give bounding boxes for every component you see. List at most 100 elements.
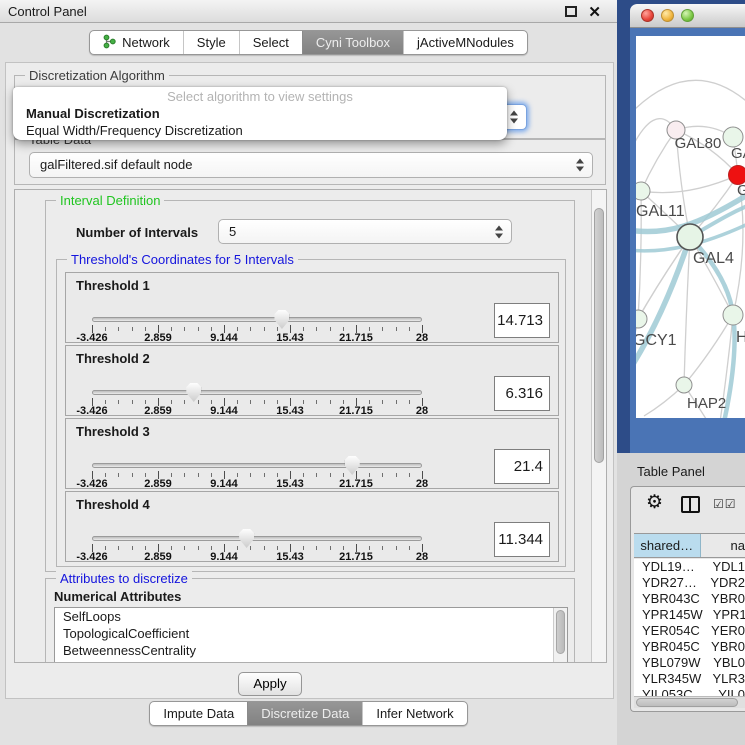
numerical-attributes-list[interactable]: SelfLoopsTopologicalCoefficientBetweenne… — [54, 607, 568, 663]
table-row[interactable]: YBR043CYBR0 — [634, 591, 745, 607]
network-node-hap2[interactable] — [676, 377, 692, 393]
checkboxes-icon[interactable]: ☑☑ — [713, 497, 737, 511]
table-row[interactable]: YPR145WYPR1 — [634, 607, 745, 623]
threshold-value-field[interactable]: 11.344 — [494, 522, 550, 557]
tab-select-label: Select — [253, 35, 289, 50]
dropdown-option-equal-width-frequency[interactable]: Equal Width/Frequency Discretization — [13, 122, 507, 139]
tab-jactivemnodules-label: jActiveMNodules — [417, 35, 514, 50]
bottom-tabs: Impute Data Discretize Data Infer Networ… — [149, 701, 467, 726]
network-edge[interactable] — [641, 175, 738, 193]
cell-shared-name: YDL19… — [634, 559, 702, 575]
group-title: Interval Definition — [56, 193, 164, 208]
threshold-value-field[interactable]: 21.4 — [494, 449, 550, 484]
column-header-name[interactable]: na — [701, 534, 745, 557]
numerical-attributes-label: Numerical Attributes — [54, 589, 181, 604]
network-view-window[interactable]: GAL80GAGGAL11GAL4GCY1HHAP2 — [630, 4, 745, 453]
attributes-list-scrollbar[interactable] — [553, 608, 567, 663]
tab-discretize-data-label: Discretize Data — [261, 706, 349, 721]
cell-shared-name: YBR045C — [634, 639, 701, 655]
network-edge[interactable] — [684, 315, 733, 385]
table-row[interactable]: YBR045CYBR0 — [634, 639, 745, 655]
table-row[interactable]: YDL19…YDL1 — [634, 559, 745, 575]
interval-definition-group: Interval Definition Number of Intervals … — [45, 200, 575, 572]
zoom-traffic-light-icon[interactable] — [681, 9, 694, 22]
slider-track[interactable] — [92, 536, 422, 541]
network-icon — [103, 34, 116, 52]
attributes-items: SelfLoopsTopologicalCoefficientBetweenne… — [55, 608, 567, 659]
table-horizontal-scrollbar[interactable] — [634, 696, 745, 708]
tab-network[interactable]: Network — [90, 31, 183, 54]
tab-impute-data[interactable]: Impute Data — [150, 702, 247, 725]
slider-tick-labels: -3.4262.8599.14415.4321.71528 — [92, 478, 422, 490]
cell-shared-name: YPR145W — [634, 607, 703, 623]
network-view-frame: GAL80GAGGAL11GAL4GCY1HHAP2 — [630, 28, 745, 453]
network-node-ga[interactable] — [723, 127, 743, 147]
scrollbar-thumb[interactable] — [594, 208, 604, 463]
network-node-label: G — [737, 182, 745, 199]
threshold-panel: Threshold 4 -3.4262.8599.14415.4321.71528… — [65, 491, 559, 562]
dropdown-option-manual-discretization[interactable]: Manual Discretization — [13, 105, 507, 122]
combobox-arrows-icon — [575, 159, 584, 172]
screen: Control Panel ✕ Network — [0, 0, 745, 745]
table-row[interactable]: YER054CYER0 — [634, 623, 745, 639]
slider-track[interactable] — [92, 390, 422, 395]
attribute-list-item[interactable]: TopologicalCoefficient — [55, 625, 567, 642]
slider-tick-labels: -3.4262.8599.14415.4321.71528 — [92, 551, 422, 563]
network-node-h[interactable] — [723, 305, 743, 325]
settings-vertical-scrollbar[interactable] — [591, 190, 606, 662]
table-row[interactable]: YBL079WYBL0 — [634, 655, 745, 671]
cell-name: YBL0 — [703, 655, 745, 671]
network-edge[interactable] — [641, 130, 676, 191]
table-row[interactable]: YDR27…YDR2 — [634, 575, 745, 591]
threshold-value-field[interactable]: 6.316 — [494, 376, 550, 411]
network-node-label: GAL11 — [636, 203, 685, 220]
threshold-panels: Threshold 1-3.4262.8599.14415.4321.71528… — [65, 272, 559, 564]
tab-discretize-data[interactable]: Discretize Data — [247, 702, 362, 725]
attribute-list-item[interactable]: SelfLoops — [55, 608, 567, 625]
control-panel-titlebar: Control Panel ✕ — [0, 0, 617, 23]
tab-cyni-toolbox[interactable]: Cyni Toolbox — [302, 31, 403, 54]
network-canvas[interactable]: GAL80GAGGAL11GAL4GCY1HHAP2 — [636, 36, 745, 418]
close-icon[interactable]: ✕ — [588, 3, 601, 21]
network-node-gcy1[interactable] — [636, 310, 647, 328]
dropdown-placeholder-option[interactable]: Select algorithm to view settings — [13, 88, 507, 105]
minimize-traffic-light-icon[interactable] — [661, 9, 674, 22]
close-traffic-light-icon[interactable] — [641, 9, 654, 22]
network-node-label: GAL4 — [693, 250, 734, 267]
cell-name: YBR0 — [701, 591, 745, 607]
float-window-icon[interactable] — [565, 6, 577, 17]
threshold-value-field[interactable]: 14.713 — [494, 303, 550, 338]
table-rows: YDL19…YDL1YDR27…YDR2YBR043CYBR0YPR145WYP… — [634, 559, 745, 698]
attribute-list-item[interactable]: BetweennessCentrality — [55, 642, 567, 659]
slider-track[interactable] — [92, 317, 422, 322]
slider-track[interactable] — [92, 463, 422, 468]
threshold-label: Threshold 4 — [76, 497, 150, 512]
group-title: Discretization Algorithm — [25, 68, 169, 83]
split-columns-icon[interactable] — [681, 496, 700, 513]
scrollbar-thumb[interactable] — [636, 698, 738, 707]
network-node-gal11[interactable] — [636, 182, 650, 200]
panel-title: Control Panel — [8, 4, 87, 19]
network-edge[interactable] — [636, 80, 745, 116]
tab-select[interactable]: Select — [239, 31, 302, 54]
number-of-intervals-combobox[interactable]: 5 — [218, 219, 512, 244]
tab-jactivemnodules[interactable]: jActiveMNodules — [403, 31, 527, 54]
gear-icon[interactable]: ⚙ — [646, 491, 663, 514]
group-title: Threshold's Coordinates for 5 Intervals — [67, 252, 298, 267]
scrollbar-thumb[interactable] — [556, 610, 565, 654]
table-panel-title: Table Panel — [637, 464, 705, 479]
tab-infer-network-label: Infer Network — [376, 706, 453, 721]
network-desktop-area: GAL80GAGGAL11GAL4GCY1HHAP2 — [617, 0, 745, 453]
network-window-titlebar[interactable] — [630, 4, 745, 28]
apply-button[interactable]: Apply — [238, 672, 302, 696]
tab-style[interactable]: Style — [183, 31, 239, 54]
table-row[interactable]: YLR345WYLR3 — [634, 671, 745, 687]
threshold-panel: Threshold 2-3.4262.8599.14415.4321.71528… — [65, 345, 559, 416]
tab-infer-network[interactable]: Infer Network — [362, 702, 466, 725]
network-node-gal4[interactable] — [677, 224, 703, 250]
column-header-shared-name[interactable]: shared… — [634, 534, 701, 557]
top-tabs: Network Style Select Cyni Toolbox jActiv… — [89, 30, 528, 55]
network-edge-highlighted[interactable] — [636, 237, 690, 372]
table-data-combobox[interactable]: galFiltered.sif default node — [29, 152, 593, 178]
cell-shared-name: YER054C — [634, 623, 701, 639]
